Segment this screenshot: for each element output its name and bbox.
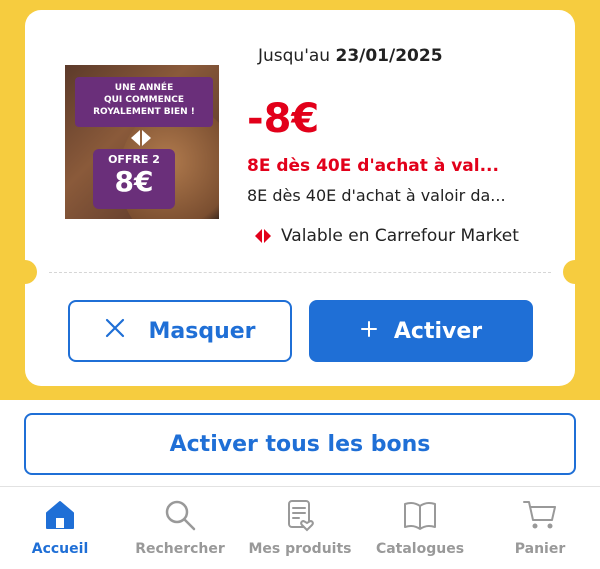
offer-description: 8E dès 40E d'achat à valoir da... [247, 186, 506, 205]
activate-all-label: Activer tous les bons [169, 431, 431, 457]
list-heart-icon [282, 497, 318, 533]
nav-label-catalogs: Catalogues [375, 541, 465, 557]
activate-button[interactable]: Activer [309, 300, 533, 362]
discount-amount: -8€ [247, 96, 320, 142]
valid-until-prefix: Jusqu'au [258, 46, 331, 66]
nav-label-search: Rechercher [135, 541, 225, 557]
promo-banner: UNE ANNÉE QUI COMMENCE ROYALEMENT BIEN ! [75, 77, 213, 127]
activate-button-label: Activer [393, 318, 483, 344]
nav-label-cart: Panier [514, 541, 566, 557]
bottom-navigation: Accueil Rechercher Mes produits Catalogu… [0, 486, 600, 569]
offer-title: 8E dès 40E d'achat à val... [247, 156, 499, 176]
carrefour-logo-icon [128, 129, 154, 151]
store-availability: Valable en Carrefour Market [253, 226, 519, 246]
coupon-card: UNE ANNÉE QUI COMMENCE ROYALEMENT BIEN !… [13, 10, 587, 386]
cart-icon [522, 497, 558, 533]
carrefour-icon [253, 228, 273, 244]
promo-offer-amount: 8€ [114, 165, 154, 198]
close-icon [104, 317, 126, 345]
nav-item-my-products[interactable]: Mes produits [240, 487, 360, 569]
promo-banner-line3: ROYALEMENT BIEN ! [93, 107, 195, 117]
nav-item-catalogs[interactable]: Catalogues [360, 487, 480, 569]
promo-banner-line1: UNE ANNÉE [114, 83, 174, 93]
valid-until-date: 23/01/2025 [335, 46, 443, 66]
nav-label-my-products: Mes produits [248, 541, 352, 557]
search-icon [162, 497, 198, 533]
coupon-promo-image: UNE ANNÉE QUI COMMENCE ROYALEMENT BIEN !… [65, 65, 219, 219]
valid-until: Jusqu'au 23/01/2025 [258, 46, 443, 66]
coupon-notch-right [563, 260, 587, 284]
nav-item-home[interactable]: Accueil [0, 487, 120, 569]
coupon-notch-left [13, 260, 37, 284]
coupon-divider [49, 272, 551, 273]
hide-button[interactable]: Masquer [68, 300, 292, 362]
store-label: Valable en Carrefour Market [281, 226, 519, 246]
promo-offer-badge: OFFRE 2 8€ [93, 149, 175, 209]
nav-item-cart[interactable]: Panier [480, 487, 600, 569]
book-icon [402, 497, 438, 533]
home-icon [42, 497, 78, 533]
nav-label-home: Accueil [31, 541, 89, 557]
nav-item-search[interactable]: Rechercher [120, 487, 240, 569]
hide-button-label: Masquer [148, 318, 256, 344]
activate-all-button[interactable]: Activer tous les bons [24, 413, 576, 475]
promo-banner-line2: QUI COMMENCE [103, 95, 185, 105]
plus-icon [360, 319, 378, 344]
